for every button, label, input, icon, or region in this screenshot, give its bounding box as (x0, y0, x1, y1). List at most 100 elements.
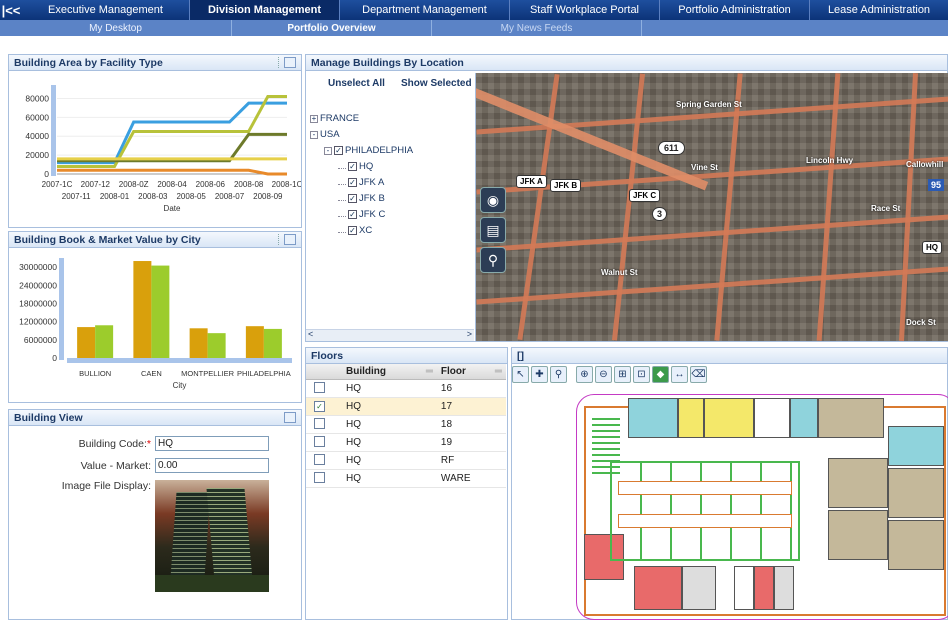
tab-department-management[interactable]: Department Management (340, 0, 510, 20)
tab-division-management[interactable]: Division Management (190, 0, 340, 20)
tree-node-philadelphia[interactable]: - ✓ PHILADELPHIA (324, 145, 413, 156)
building-value-chart: 30000000 24000000 18000000 12000000 6000000 0… (19, 258, 292, 390)
room[interactable] (754, 566, 774, 610)
tree-node-usa[interactable]: - USA (310, 129, 340, 140)
tree-node-jfk-c[interactable]: ✓ JFK C (338, 209, 385, 220)
market-value-input[interactable]: 0.00 (155, 458, 269, 473)
y-tick-label: 80000 (25, 93, 49, 103)
tree-checkbox[interactable]: ✓ (348, 178, 357, 187)
tree-node-jfk-b[interactable]: ✓ JFK B (338, 193, 385, 204)
building-marker-jfk-b[interactable]: JFK B (550, 179, 582, 192)
zoom-icon[interactable]: ⚲ (550, 366, 567, 383)
window-icon[interactable] (284, 57, 296, 68)
table-row[interactable]: ✓ HQ 17 (306, 397, 506, 416)
room[interactable] (734, 566, 754, 610)
building-marker-jfk-c[interactable]: JFK C (629, 189, 661, 202)
row-checkbox[interactable] (314, 381, 325, 393)
bar (189, 328, 208, 358)
layers-icon[interactable]: ▤ (480, 217, 506, 243)
table-row[interactable]: HQ RF (306, 451, 506, 470)
tab-portfolio-administration[interactable]: Portfolio Administration (660, 0, 810, 20)
zoom-extents-icon[interactable]: ⊞ (614, 366, 631, 383)
tree-horizontal-scrollbar[interactable]: < > (306, 329, 474, 341)
street-label: Dock St (906, 318, 936, 327)
unselect-all-button[interactable]: Unselect All (328, 78, 385, 89)
zoom-window-icon[interactable]: ⊡ (633, 366, 650, 383)
room[interactable] (628, 398, 678, 438)
zoom-out-icon[interactable]: ⊖ (595, 366, 612, 383)
row-checkbox[interactable]: ✓ (314, 401, 325, 413)
building-marker-hq[interactable]: HQ (922, 241, 942, 254)
sub-navigation: My Desktop Portfolio Overview My News Fe… (0, 20, 948, 36)
tree-node-hq[interactable]: ✓ HQ (338, 161, 373, 172)
x-axis-scrollbar[interactable] (67, 358, 292, 363)
street-label: Callowhill (906, 160, 944, 169)
subtab-my-news-feeds[interactable]: My News Feeds (432, 20, 642, 36)
x-tick-label: BULLION (79, 369, 111, 378)
room[interactable] (682, 566, 716, 610)
room[interactable] (888, 468, 944, 518)
subtab-portfolio-overview[interactable]: Portfolio Overview (232, 20, 432, 36)
eraser-icon[interactable]: ⌫ (690, 366, 707, 383)
table-row[interactable]: HQ WARE (306, 469, 506, 488)
building-marker-jfk-a[interactable]: JFK A (516, 175, 547, 188)
tree-checkbox[interactable]: ✓ (348, 162, 357, 171)
subtab-my-desktop[interactable]: My Desktop (0, 20, 232, 36)
column-header-floor[interactable]: Floor ═ (436, 364, 506, 380)
tree-checkbox[interactable]: ✓ (348, 210, 357, 219)
row-checkbox[interactable] (314, 417, 325, 429)
tree-checkbox[interactable]: ✓ (348, 194, 357, 203)
room[interactable] (790, 398, 818, 438)
scroll-left-icon[interactable]: < (308, 329, 313, 339)
room[interactable] (818, 398, 884, 438)
building-code-input[interactable]: HQ (155, 436, 269, 451)
tab-executive-management[interactable]: Executive Management (22, 0, 190, 20)
room[interactable] (634, 566, 682, 610)
building-code-row: Building Code:* HQ (9, 436, 309, 451)
room[interactable] (678, 398, 704, 438)
globe-icon[interactable]: ◉ (480, 187, 506, 213)
expand-icon[interactable]: + (310, 114, 318, 123)
column-header-building[interactable]: Building ═ (342, 364, 437, 380)
tree-checkbox[interactable]: ✓ (348, 226, 357, 235)
row-checkbox[interactable] (314, 435, 325, 447)
building-cell: HQ (342, 397, 437, 416)
room[interactable] (828, 458, 888, 508)
room[interactable] (828, 510, 888, 560)
room[interactable] (888, 520, 944, 570)
row-checkbox[interactable] (314, 453, 325, 465)
tab-lease-administration[interactable]: Lease Administration (810, 0, 948, 20)
collapse-nav-icon[interactable]: |<< (0, 0, 22, 20)
row-checkbox[interactable] (314, 471, 325, 483)
table-row[interactable]: HQ 16 (306, 379, 506, 398)
floor-plan-drawing[interactable] (570, 386, 948, 620)
room[interactable] (704, 398, 754, 438)
tree-node-xc[interactable]: ✓ XC (338, 225, 372, 236)
zoom-icon[interactable]: ⚲ (480, 247, 506, 273)
window-icon[interactable] (284, 412, 296, 423)
table-row[interactable]: HQ 18 (306, 415, 506, 434)
room[interactable] (754, 398, 790, 438)
map-view[interactable]: Spring Garden St Vine St Lincoln Hwy Cal… (476, 73, 948, 341)
table-row[interactable]: HQ 19 (306, 433, 506, 452)
room[interactable] (888, 426, 944, 466)
building-cell: HQ (342, 451, 437, 470)
window-icon[interactable] (284, 234, 296, 245)
show-selected-button[interactable]: Show Selected (401, 78, 472, 89)
select-icon[interactable]: ↖ (512, 366, 529, 383)
y-axis-scrollbar[interactable] (59, 258, 64, 360)
layers-icon[interactable]: ◆ (652, 366, 669, 383)
room[interactable] (774, 566, 794, 610)
pan-icon[interactable]: ↔ (671, 366, 688, 383)
y-axis-scrollbar[interactable] (51, 85, 56, 176)
tree-checkbox[interactable]: ✓ (334, 146, 343, 155)
multi-select-icon[interactable]: ✚ (531, 366, 548, 383)
tree-node-jfk-a[interactable]: ✓ JFK A (338, 177, 384, 188)
expand-icon[interactable]: - (310, 130, 318, 139)
scroll-right-icon[interactable]: > (467, 329, 472, 339)
zoom-in-icon[interactable]: ⊕ (576, 366, 593, 383)
y-tick-label: 0 (44, 169, 49, 179)
tab-staff-workplace-portal[interactable]: Staff Workplace Portal (510, 0, 660, 20)
tree-node-france[interactable]: + FRANCE (310, 113, 359, 124)
expand-icon[interactable]: - (324, 146, 332, 155)
